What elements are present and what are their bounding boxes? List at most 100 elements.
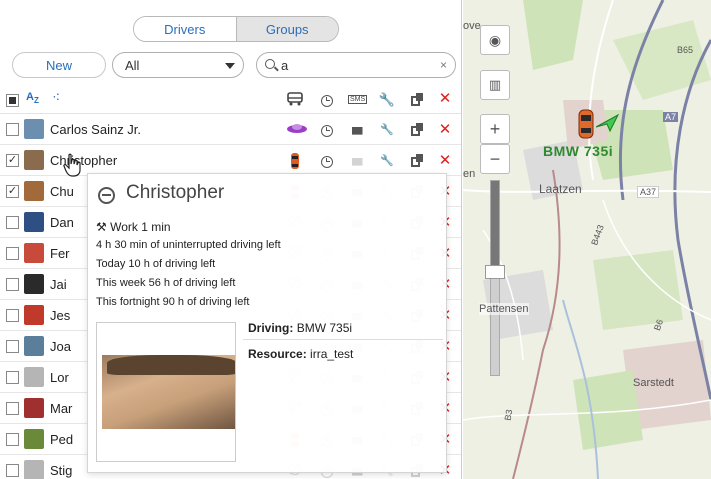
steering-wheel-icon: [98, 187, 115, 204]
tab-groups[interactable]: Groups: [235, 17, 338, 41]
driver-name[interactable]: Dan: [50, 215, 74, 230]
row-checkbox[interactable]: [6, 278, 19, 291]
tab-drivers[interactable]: Drivers: [134, 17, 236, 41]
avatar: [24, 460, 44, 479]
map-road-label: B65: [677, 45, 694, 55]
vehicle-label[interactable]: BMW 735i: [543, 143, 613, 159]
select-all-checkbox[interactable]: [6, 94, 19, 107]
zoom-slider[interactable]: [485, 180, 505, 376]
driver-name[interactable]: Chu: [50, 184, 74, 199]
avatar: [24, 336, 44, 356]
driver-photo: [96, 322, 236, 462]
row-checkbox[interactable]: [6, 123, 19, 136]
drivers-panel: Drivers Groups New All a × AZ ⁖ SMS 🔧 ✕ …: [0, 0, 462, 479]
map-place-label: Sarstedt: [633, 377, 674, 389]
row-checkbox[interactable]: ✓: [6, 185, 19, 198]
row-checkbox[interactable]: ✓: [6, 154, 19, 167]
clock-icon[interactable]: [318, 121, 336, 139]
zoom-out-button[interactable]: −: [480, 144, 510, 174]
driving-limit-line: 4 h 30 min of uninterrupted driving left: [96, 239, 281, 251]
row-checkbox[interactable]: [6, 464, 19, 477]
zoom-in-button[interactable]: +: [480, 114, 510, 144]
chevron-down-icon: [225, 63, 235, 69]
avatar: [24, 181, 44, 201]
map-place-label: Pattensen: [479, 303, 529, 315]
vehicle-icon[interactable]: [286, 152, 304, 170]
driver-name[interactable]: Carlos Sainz Jr.: [50, 122, 141, 137]
work-status-text: Work 1 min: [110, 220, 171, 234]
list-item[interactable]: Carlos Sainz Jr. 🔧 ✕: [0, 114, 461, 145]
copy-icon[interactable]: [406, 121, 424, 139]
list-header: AZ ⁖ SMS 🔧 ✕: [0, 86, 461, 114]
toolbar: New All a ×: [0, 52, 461, 80]
row-checkbox[interactable]: [6, 216, 19, 229]
clear-icon[interactable]: ×: [440, 58, 447, 72]
row-checkbox[interactable]: [6, 247, 19, 260]
work-status: ⚒ Work 1 min: [96, 220, 171, 234]
driver-name[interactable]: Jai: [50, 277, 67, 292]
wrench-icon[interactable]: 🔧: [378, 152, 396, 170]
view-tabs: Drivers Groups: [133, 16, 339, 42]
map-layers-button[interactable]: ▥: [480, 70, 510, 100]
driving-limit-line: This week 56 h of driving left: [96, 277, 236, 289]
clock-icon[interactable]: [318, 152, 336, 170]
delete-all-icon[interactable]: ✕: [436, 90, 454, 108]
avatar: [24, 212, 44, 232]
zoom-slider-thumb[interactable]: [485, 265, 505, 279]
row-checkbox[interactable]: [6, 309, 19, 322]
message-icon[interactable]: [348, 121, 366, 139]
message-icon[interactable]: [348, 152, 366, 170]
group-icon[interactable]: ⁖: [52, 89, 60, 106]
divider: [243, 339, 443, 340]
driver-name[interactable]: Ped: [50, 432, 73, 447]
row-checkbox[interactable]: [6, 371, 19, 384]
row-checkbox[interactable]: [6, 340, 19, 353]
driving-limit-line: Today 10 h of driving left: [96, 258, 216, 270]
map-icon: ▥: [488, 77, 502, 92]
copy-icon: [406, 91, 424, 109]
driver-name[interactable]: Mar: [50, 401, 72, 416]
direction-arrow-icon: [596, 113, 620, 133]
map-place-label: en: [463, 168, 476, 180]
map-view[interactable]: ◉ ▥ + − BMW 735i Laatzen Pattensen Sarst…: [463, 0, 711, 479]
zoom-slider-fill: [491, 181, 499, 265]
vehicle-column-icon: [286, 91, 304, 109]
map-road-label: B3: [502, 408, 515, 422]
resource-value: irra_test: [310, 347, 354, 361]
driving-field: Driving: BMW 735i: [248, 321, 352, 335]
driver-name[interactable]: Lor: [50, 370, 69, 385]
driver-name[interactable]: Stig: [50, 463, 72, 478]
avatar: [24, 274, 44, 294]
visibility-button[interactable]: ◉: [480, 25, 510, 55]
row-checkbox[interactable]: [6, 433, 19, 446]
search-input[interactable]: a ×: [256, 52, 456, 78]
avatar: [24, 429, 44, 449]
search-icon: [265, 59, 275, 69]
driver-name[interactable]: Jes: [50, 308, 70, 323]
clock-icon: [318, 91, 336, 109]
search-value: a: [281, 57, 289, 73]
driver-name[interactable]: Fer: [50, 246, 70, 261]
driver-name[interactable]: Joa: [50, 339, 71, 354]
resource-field: Resource: irra_test: [248, 347, 353, 361]
driving-value: BMW 735i: [296, 321, 353, 335]
hand-cursor-icon: [63, 153, 81, 177]
map-place-label: Laatzen: [539, 182, 582, 196]
sort-az-icon[interactable]: AZ: [26, 91, 39, 105]
map-road-label: A37: [637, 186, 660, 198]
vehicle-icon[interactable]: [286, 121, 307, 139]
copy-icon[interactable]: [406, 152, 424, 170]
eye-icon: ◉: [488, 31, 502, 48]
popup-title: Christopher: [126, 182, 225, 203]
driving-label: Driving:: [248, 321, 294, 335]
driving-limit-line: This fortnight 90 h of driving left: [96, 296, 250, 308]
avatar: [24, 150, 44, 170]
wrench-icon[interactable]: 🔧: [378, 121, 396, 139]
row-checkbox[interactable]: [6, 402, 19, 415]
avatar: [24, 367, 44, 387]
filter-select[interactable]: All: [112, 52, 244, 78]
new-button[interactable]: New: [12, 52, 106, 78]
driver-name[interactable]: Christopher: [50, 153, 117, 168]
delete-icon[interactable]: ✕: [436, 121, 454, 139]
delete-icon[interactable]: ✕: [436, 152, 454, 170]
